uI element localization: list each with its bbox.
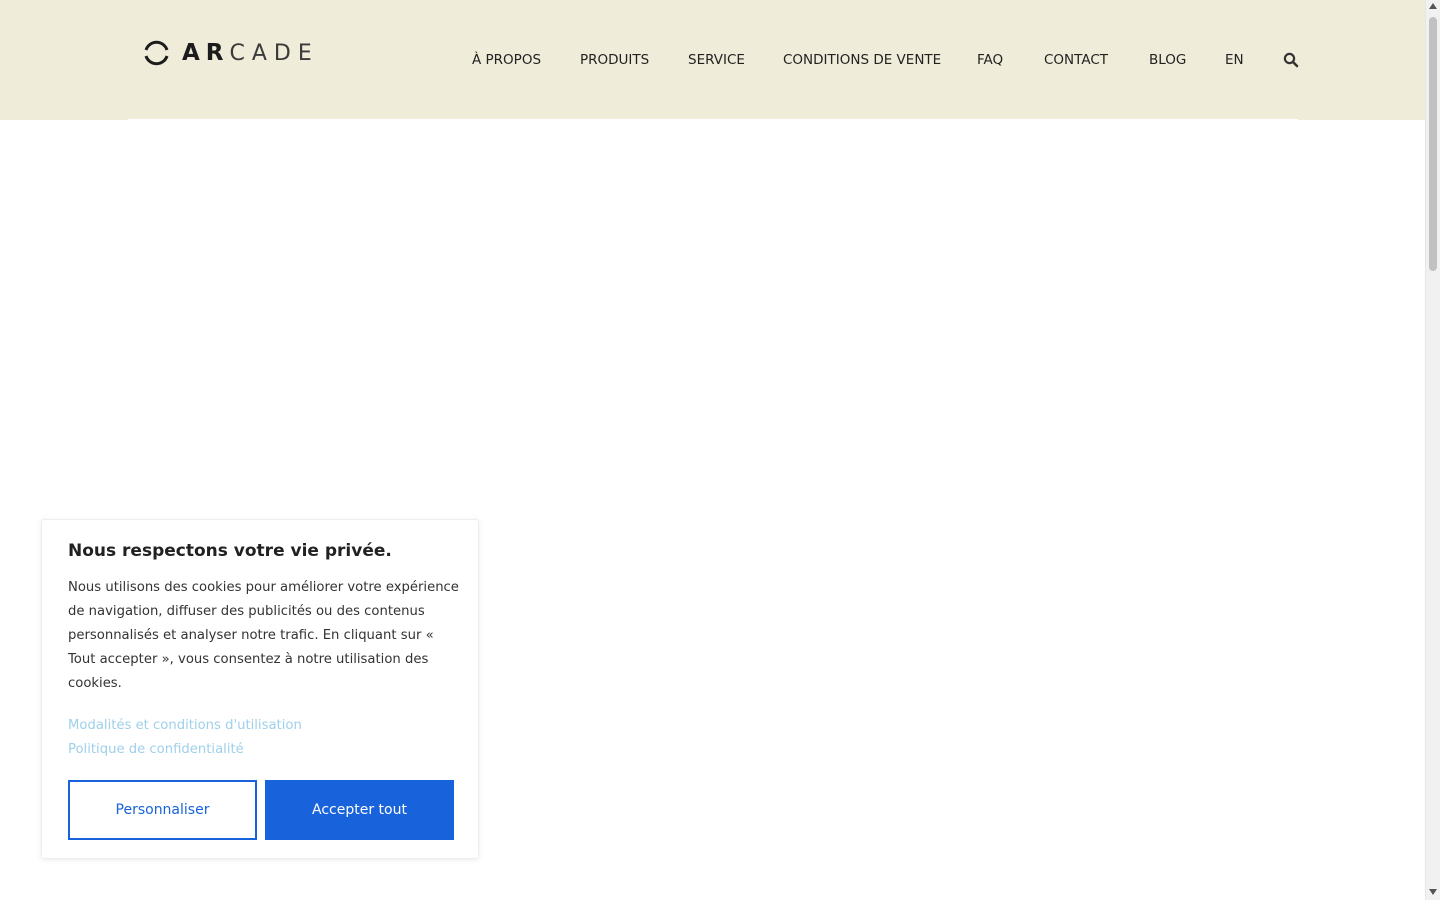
cookie-banner-title: Nous respectons votre vie privée. <box>68 541 392 561</box>
accept-all-cookies-button[interactable]: Accepter tout <box>265 780 454 840</box>
header-divider <box>128 119 1298 121</box>
brand-wordmark-bold: AR <box>182 40 230 66</box>
nav-item-contact[interactable]: CONTACT <box>1044 51 1108 69</box>
scroll-up-arrow-icon[interactable] <box>1429 3 1437 9</box>
page-scrollbar[interactable] <box>1425 0 1440 900</box>
nav-item-faq[interactable]: FAQ <box>977 51 1003 69</box>
scroll-down-arrow-icon[interactable] <box>1429 889 1437 895</box>
privacy-policy-link[interactable]: Politique de confidentialité <box>68 742 244 757</box>
nav-item-blog[interactable]: BLOG <box>1149 51 1186 69</box>
brand-wordmark: AR CADE <box>182 40 319 66</box>
site-header: AR CADE À PROPOS PRODUITS SERVICE CONDIT… <box>0 0 1425 120</box>
scrollbar-thumb[interactable] <box>1429 17 1437 271</box>
nav-item-conditions-de-vente[interactable]: CONDITIONS DE VENTE <box>783 51 941 69</box>
cookie-consent-banner: Nous respectons votre vie privée. Nous u… <box>41 519 479 859</box>
nav-item-language-en[interactable]: EN <box>1225 51 1244 69</box>
nav-item-produits[interactable]: PRODUITS <box>580 51 649 69</box>
nav-item-a-propos[interactable]: À PROPOS <box>472 51 541 69</box>
search-icon[interactable] <box>1283 52 1299 68</box>
brand-wordmark-light: CADE <box>229 40 319 66</box>
cookie-banner-description: Nous utilisons des cookies pour améliore… <box>68 580 459 691</box>
logo-ring-icon <box>143 38 170 68</box>
terms-link[interactable]: Modalités et conditions d'utilisation <box>68 718 302 733</box>
customize-cookies-button[interactable]: Personnaliser <box>68 780 257 840</box>
nav-item-service[interactable]: SERVICE <box>688 51 745 69</box>
brand-logo[interactable]: AR CADE <box>143 36 319 70</box>
